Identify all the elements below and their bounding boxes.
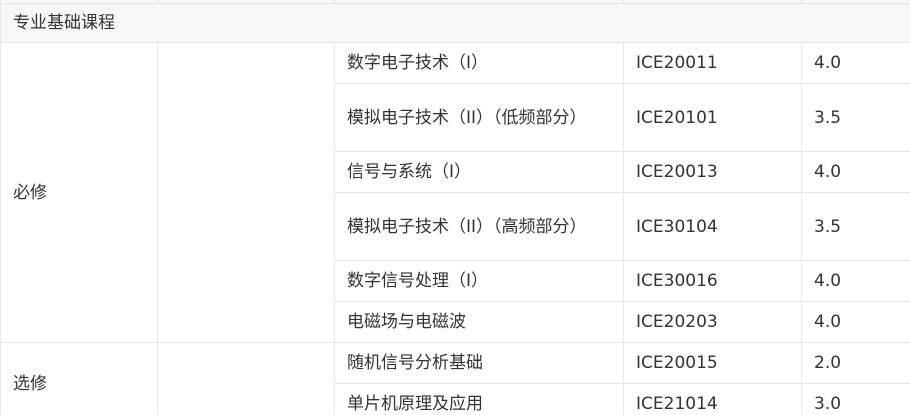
course-name: 模拟电子技术（II）（低频部分） (334, 83, 624, 152)
course-name: 随机信号分析基础 (334, 342, 624, 384)
course-credit: 4.0 (801, 42, 910, 84)
table-row: 必修 数字电子技术（Ⅰ） ICE20011 4.0 (0, 42, 910, 343)
section-header-row: 专业基础课程 (0, 3, 910, 43)
course-table: 专业基础课程 必修 数字电子技术（Ⅰ） ICE20011 4.0 模拟电子技术（… (0, 0, 910, 415)
course-name: 模拟电子技术（II）（高频部分） (334, 192, 624, 261)
course-credit: 3.5 (801, 83, 910, 152)
course-code: ICE20013 (623, 151, 802, 193)
course-name: 数字信号处理（Ⅰ） (334, 260, 624, 302)
course-code: ICE20203 (623, 301, 802, 343)
course-name: 电磁场与电磁波 (334, 301, 624, 343)
course-name: 单片机原理及应用 (334, 383, 624, 415)
course-code: ICE20015 (623, 342, 802, 384)
course-credit: 3.0 (801, 383, 910, 415)
course-credit: 4.0 (801, 301, 910, 343)
course-code: ICE21014 (623, 383, 802, 415)
course-name: 信号与系统（Ⅰ） (334, 151, 624, 193)
course-code: ICE20101 (623, 83, 802, 152)
course-code: ICE30016 (623, 260, 802, 302)
section-title: 专业基础课程 (0, 3, 910, 43)
course-table-container: 专业基础课程 必修 数字电子技术（Ⅰ） ICE20011 4.0 模拟电子技术（… (0, 0, 910, 415)
course-credit: 4.0 (801, 151, 910, 193)
course-code: ICE20011 (623, 42, 802, 84)
course-code: ICE30104 (623, 192, 802, 261)
table-row: 选修 随机信号分析基础 ICE20015 2.0 (0, 342, 910, 415)
group-required: 必修 (0, 42, 158, 343)
course-credit: 3.5 (801, 192, 910, 261)
course-credit: 4.0 (801, 260, 910, 302)
course-credit: 2.0 (801, 342, 910, 384)
group-elective: 选修 (0, 342, 158, 415)
empty-cell (157, 42, 335, 343)
empty-cell (157, 342, 335, 415)
course-name: 数字电子技术（Ⅰ） (334, 42, 624, 84)
